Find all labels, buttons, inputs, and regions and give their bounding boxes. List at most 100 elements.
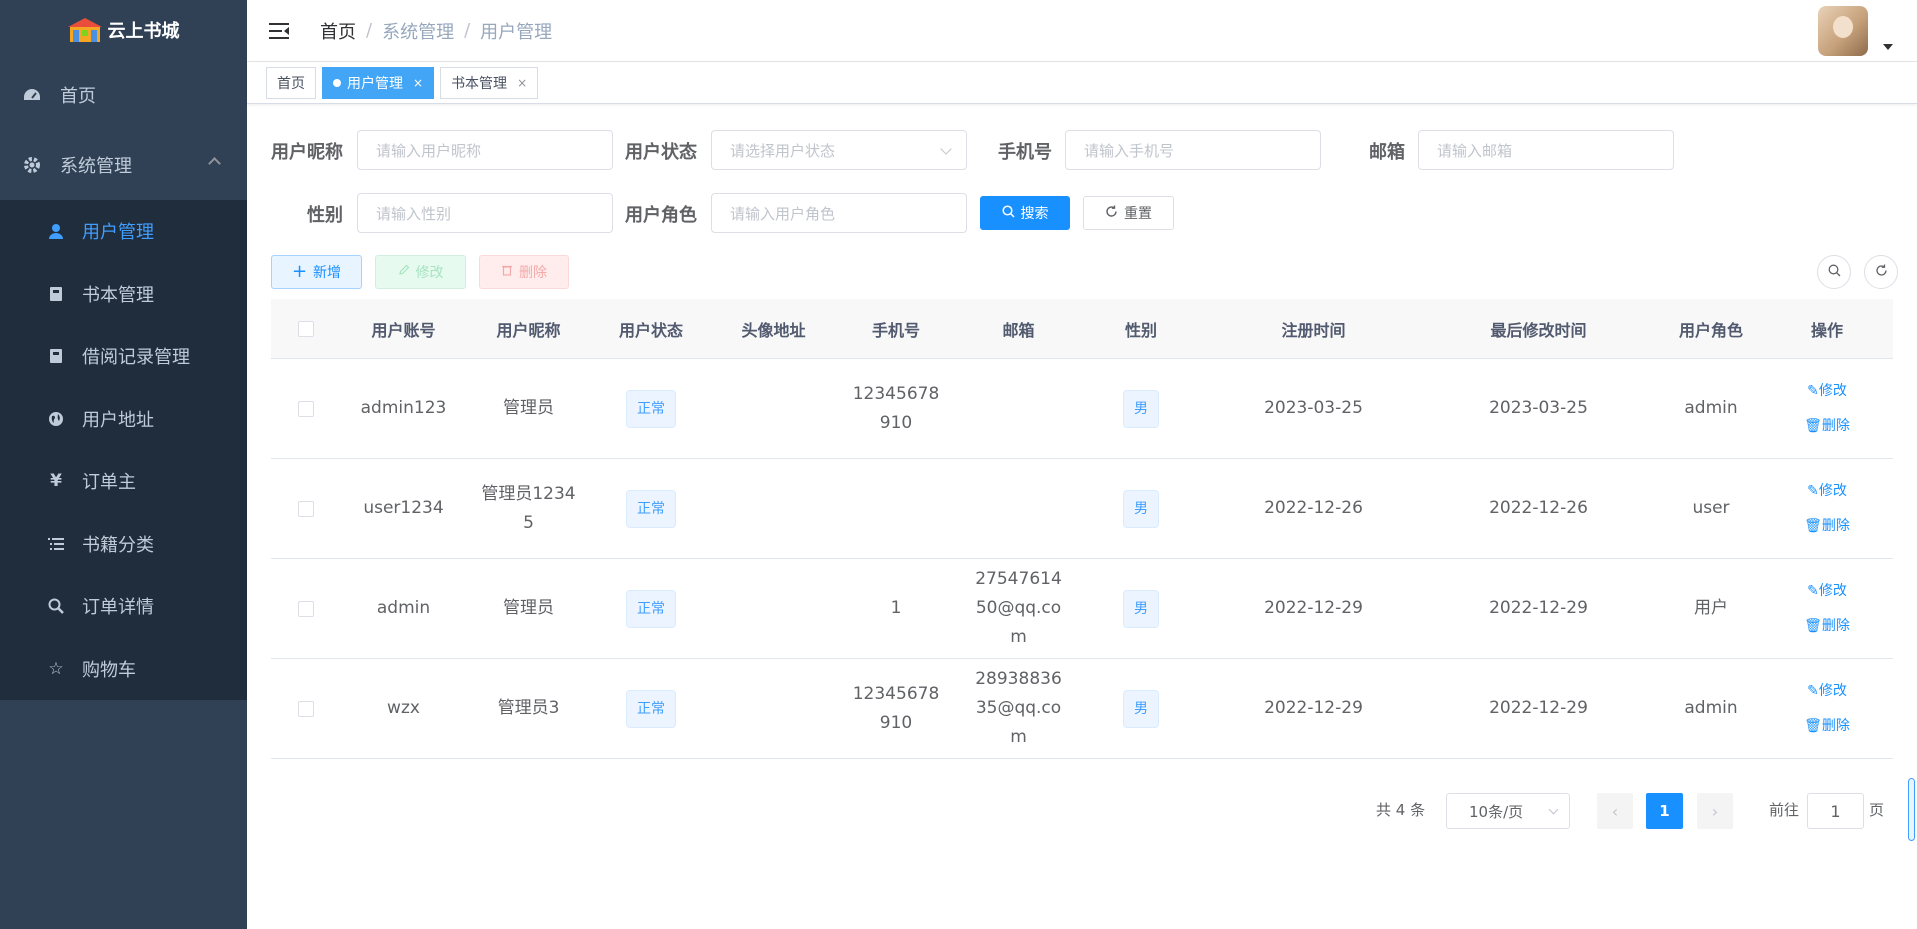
table-row: wzx 管理员3 正常 12345678910 2893883635@qq.co… [271, 659, 1893, 759]
edit-icon: ✎ [1807, 382, 1819, 399]
sidebar-item-user-management[interactable]: 用户管理 [0, 200, 247, 263]
sidebar-item-book-category[interactable]: 书籍分类 [0, 513, 247, 576]
row-edit-button[interactable]: ✎修改 [1771, 374, 1883, 409]
reset-button[interactable]: 重置 [1083, 196, 1174, 230]
tag-home[interactable]: 首页 [266, 66, 316, 99]
sidebar-item-user-address[interactable]: 用户地址 [0, 388, 247, 451]
goto-page-input[interactable]: 1 [1807, 793, 1864, 829]
select-all-checkbox[interactable] [298, 320, 314, 337]
trash-icon: 🗑 [1804, 717, 1822, 734]
page-number-current[interactable]: 1 [1646, 793, 1683, 829]
sidebar-item-book-management[interactable]: 书本管理 [0, 263, 247, 326]
row-delete-button[interactable]: 🗑删除 [1771, 609, 1883, 644]
row-delete-button[interactable]: 🗑删除 [1771, 409, 1883, 444]
sidebar-item-label: 购物车 [82, 659, 136, 681]
nickname-cell: 管理员 [503, 598, 554, 618]
gender-cell: 男 [1081, 689, 1201, 728]
phone-input[interactable]: 请输入手机号 [1065, 130, 1321, 170]
search-icon [1828, 264, 1841, 281]
row-delete-button[interactable]: 🗑删除 [1771, 709, 1883, 744]
table-row: user1234 管理员12345 正常 男 2022-12-26 2022-1… [271, 459, 1893, 559]
close-icon[interactable]: × [413, 76, 423, 90]
row-edit-button[interactable]: ✎修改 [1771, 574, 1883, 609]
next-page-button[interactable]: › [1697, 793, 1733, 829]
nickname-label: 用户昵称 [271, 142, 343, 163]
phone-cell: 12345678910 [852, 383, 940, 433]
breadcrumb-home[interactable]: 首页 [320, 18, 356, 44]
tag-label: 书本管理 [451, 75, 508, 92]
status-select[interactable]: 请选择用户状态 [711, 130, 967, 170]
gender-label: 性别 [307, 205, 343, 226]
caret-down-icon[interactable] [1883, 44, 1893, 50]
chevron-up-icon [208, 157, 221, 170]
avatar[interactable] [1818, 6, 1868, 56]
trash-icon: 🗑 [1804, 517, 1822, 534]
page-size-select[interactable]: 10条/页 [1446, 793, 1570, 829]
gender-cell: 男 [1081, 389, 1201, 428]
column-header: 最后修改时间 [1490, 320, 1587, 340]
goto-label: 前往 [1769, 801, 1800, 819]
table-row: admin123 管理员 正常 12345678910 男 2023-03-25… [271, 359, 1893, 459]
email-cell: 2893883635@qq.com [975, 669, 1062, 747]
status-badge: 正常 [626, 489, 676, 528]
row-checkbox[interactable] [298, 400, 314, 417]
edit-icon [398, 264, 410, 280]
add-button-label: 新增 [313, 265, 342, 281]
close-icon[interactable]: × [517, 76, 527, 90]
status-cell: 正常 [591, 689, 711, 728]
trash-icon [501, 264, 513, 280]
row-edit-button[interactable]: ✎修改 [1771, 474, 1883, 509]
toggle-search-button[interactable] [1817, 255, 1851, 289]
refresh-icon [1105, 205, 1118, 222]
sidebar-item-cart[interactable]: ☆ 购物车 [0, 638, 247, 701]
row-edit-label: 修改 [1818, 682, 1847, 699]
tag-user-management[interactable]: 用户管理 × [322, 66, 435, 99]
nickname-input[interactable]: 请输入用户昵称 [357, 130, 613, 170]
breadcrumb-current: 用户管理 [480, 21, 553, 43]
refresh-icon [1875, 264, 1888, 281]
row-checkbox[interactable] [298, 700, 314, 717]
page-size-value: 10条/页 [1469, 802, 1524, 821]
updated-cell: 2023-03-25 [1489, 398, 1588, 418]
delete-button[interactable]: 删除 [479, 255, 569, 289]
hamburger-icon[interactable] [269, 21, 291, 41]
logo[interactable]: 云上书城 [0, 0, 247, 60]
sidebar-item-order-master[interactable]: ¥ 订单主 [0, 450, 247, 513]
sidebar-item-home[interactable]: 首页 [0, 60, 247, 130]
sidebar-item-system[interactable]: 系统管理 [0, 130, 247, 200]
row-edit-label: 修改 [1818, 482, 1847, 499]
globe-icon [44, 411, 68, 427]
sidebar-item-order-detail[interactable]: 订单详情 [0, 575, 247, 638]
created-cell: 2022-12-29 [1264, 598, 1363, 618]
edit-icon: ✎ [1807, 582, 1819, 599]
status-cell: 正常 [591, 489, 711, 528]
created-cell: 2022-12-26 [1264, 498, 1363, 518]
delete-button-label: 删除 [519, 265, 547, 281]
status-label: 用户状态 [625, 142, 697, 163]
refresh-button[interactable] [1864, 255, 1898, 289]
add-button[interactable]: + 新增 [271, 255, 362, 289]
search-button[interactable]: 搜索 [980, 196, 1070, 230]
gender-input[interactable]: 请输入性别 [357, 193, 613, 233]
row-delete-button[interactable]: 🗑删除 [1771, 509, 1883, 544]
sidebar-item-borrow-records[interactable]: 借阅记录管理 [0, 325, 247, 388]
sidebar-item-label: 首页 [60, 86, 96, 107]
edit-button-label: 修改 [415, 265, 444, 281]
column-header: 手机号 [871, 320, 920, 340]
row-edit-button[interactable]: ✎修改 [1771, 674, 1883, 709]
email-input[interactable]: 请输入邮箱 [1418, 130, 1674, 170]
row-checkbox[interactable] [298, 600, 314, 617]
dashboard-icon [20, 87, 44, 103]
role-input[interactable]: 请输入用户角色 [711, 193, 967, 233]
row-delete-label: 删除 [1821, 717, 1850, 734]
tag-book-management[interactable]: 书本管理 × [440, 66, 539, 99]
gender-badge: 男 [1123, 689, 1159, 728]
scrollbar-thumb[interactable] [1908, 778, 1915, 841]
role-placeholder: 请输入用户角色 [730, 204, 836, 223]
sidebar-item-label: 书籍分类 [82, 534, 154, 556]
prev-page-button[interactable]: ‹ [1597, 793, 1633, 829]
updated-cell: 2022-12-29 [1489, 598, 1588, 618]
updated-cell: 2022-12-29 [1489, 698, 1588, 718]
row-checkbox[interactable] [298, 500, 314, 517]
edit-button[interactable]: 修改 [375, 255, 466, 289]
